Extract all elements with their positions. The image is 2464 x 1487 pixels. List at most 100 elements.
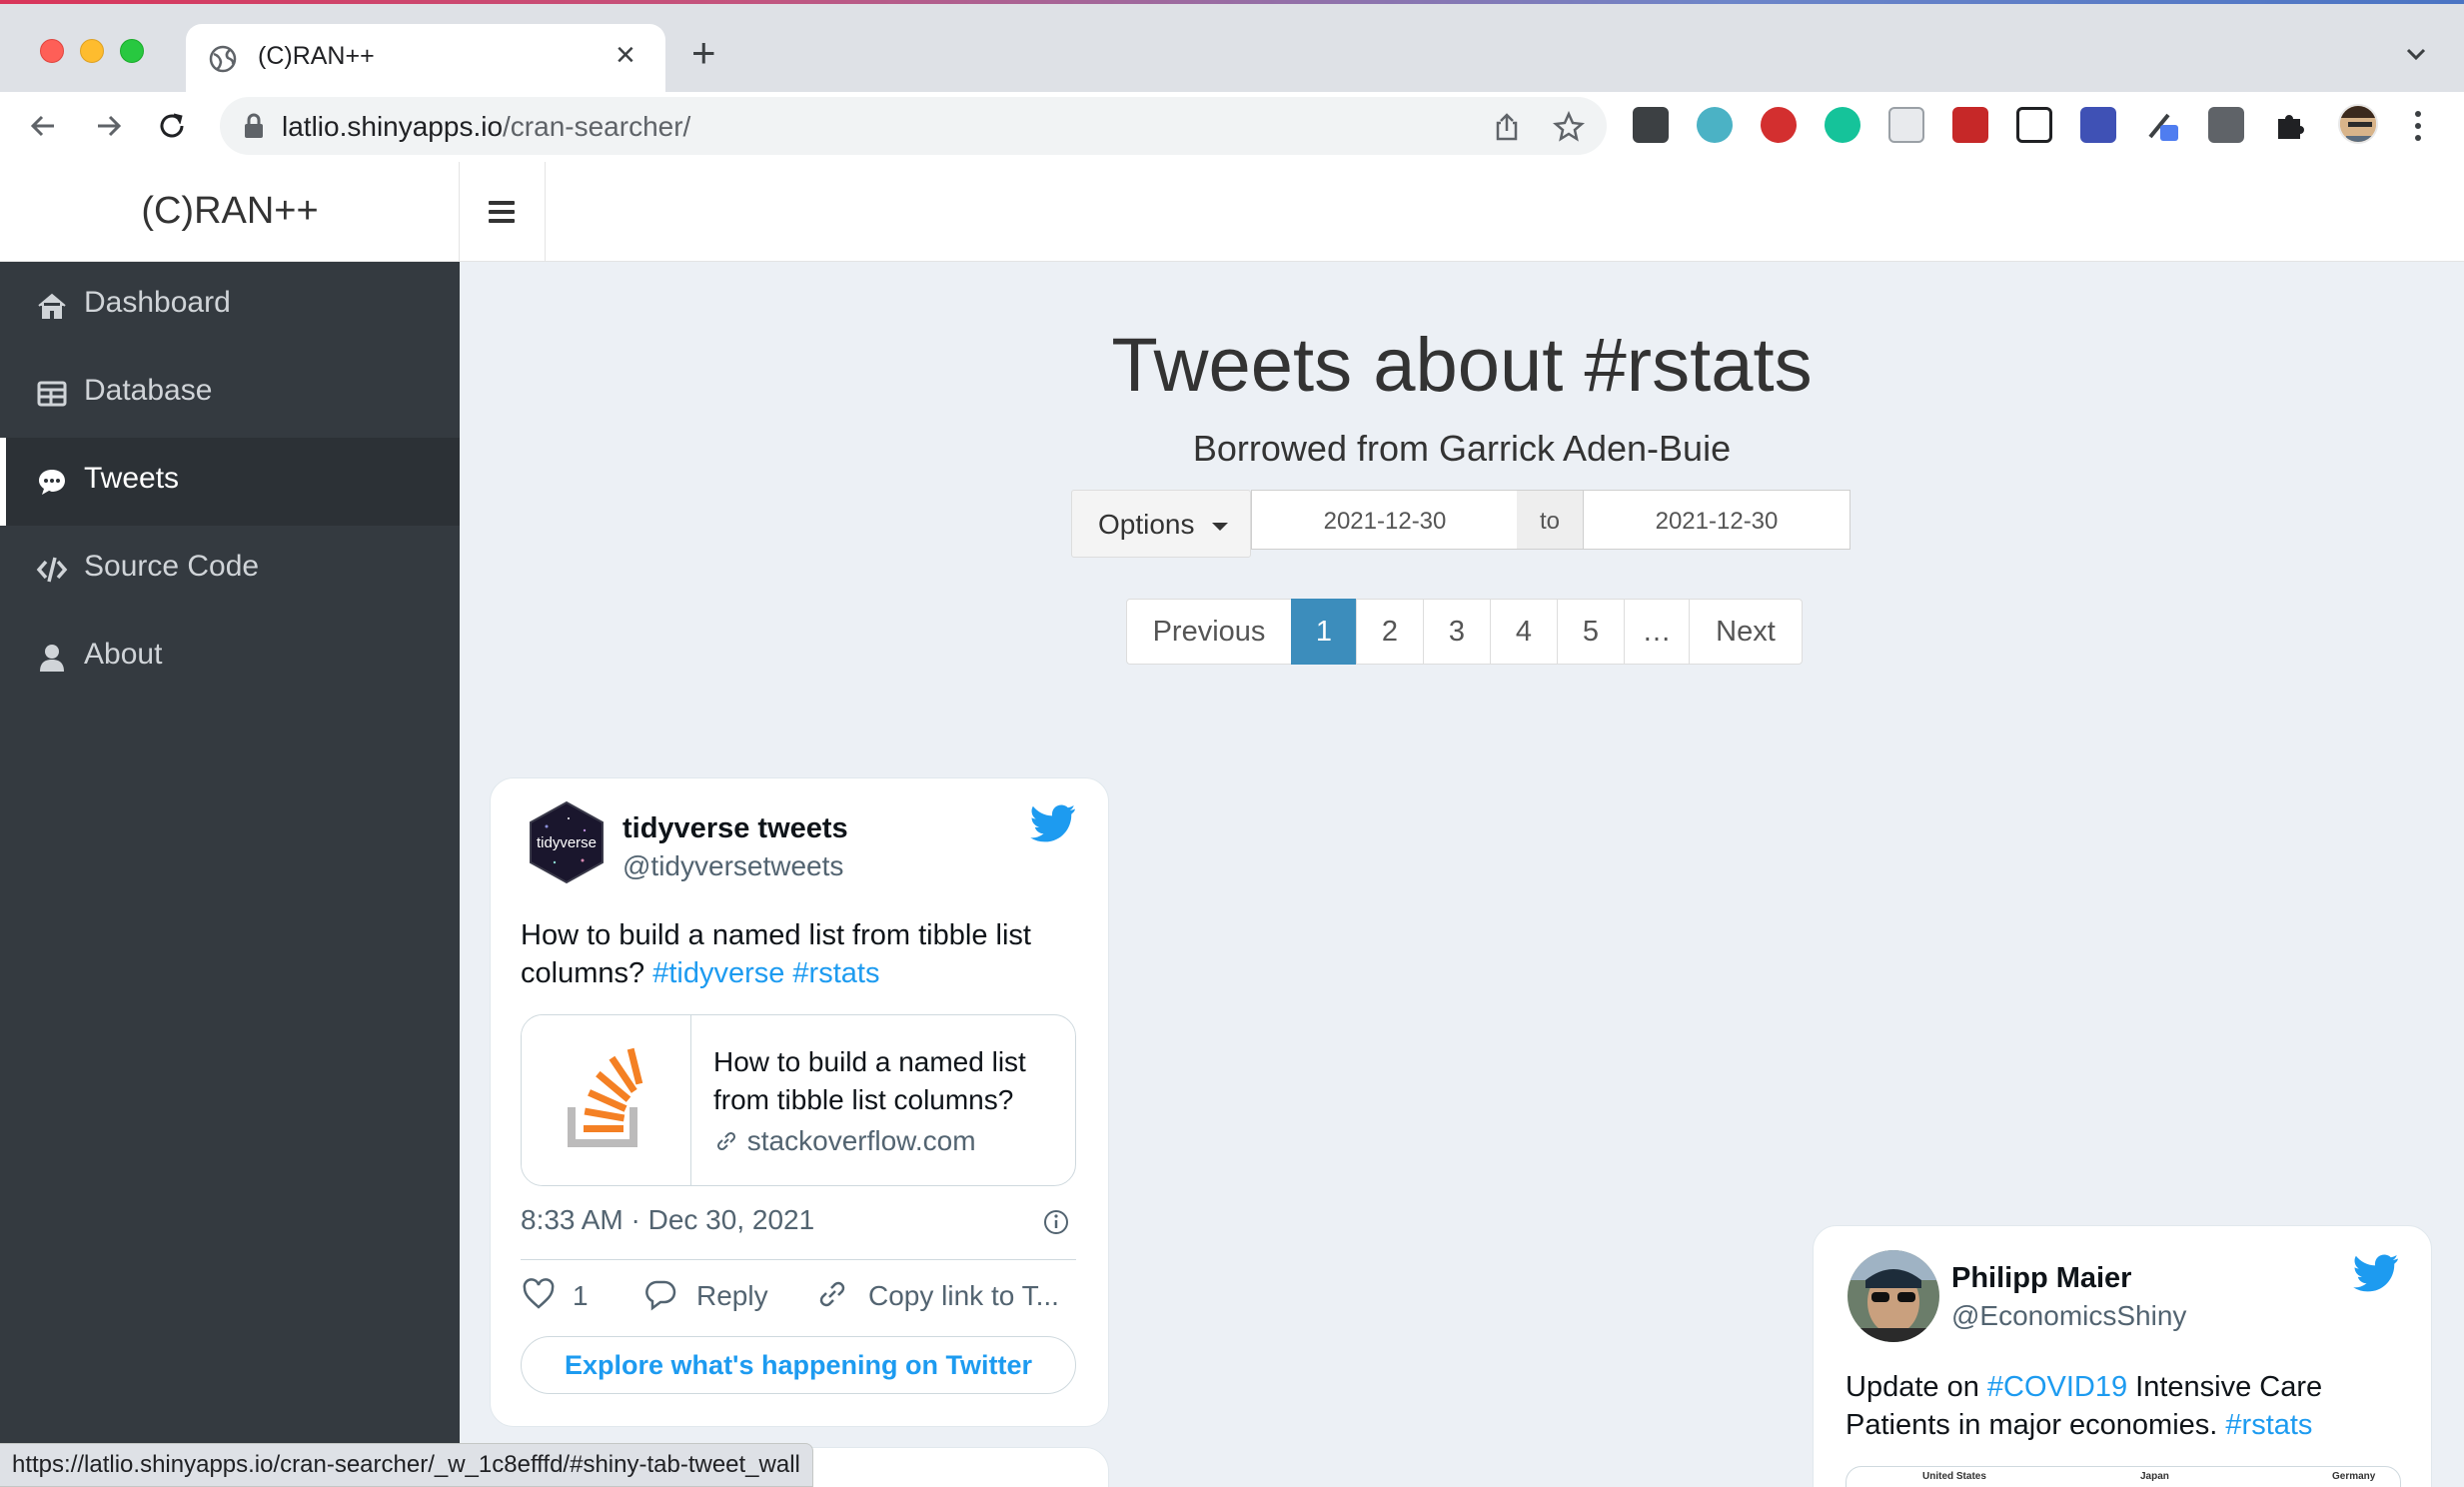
sidebar-item-about[interactable]: About [0,614,460,702]
facebook-extension-icon[interactable] [2208,107,2244,143]
puzzle-extensions-icon[interactable] [2272,107,2308,143]
window-minimize-button[interactable] [80,39,104,63]
page-subtitle: Borrowed from Garrick Aden-Buie [1192,428,1732,469]
app-header: (C)RAN++ [0,162,2464,262]
pagination-ellipsis: … [1624,599,1690,665]
explore-twitter-button[interactable]: Explore what's happening on Twitter [521,1336,1076,1394]
sidebar-toggle-button[interactable] [460,162,546,262]
pagination-previous-button[interactable]: Previous [1126,599,1292,665]
pagination-page-button[interactable]: 3 [1423,599,1491,665]
document-extension-icon[interactable] [1888,107,1924,143]
caret-down-icon [1212,523,1228,531]
tweet-card[interactable]: tidyverse tidyverse tweets @tidyversetwe… [490,777,1109,1427]
download-extension-icon[interactable] [2080,107,2116,143]
page-title: Tweets about #rstats [1111,323,1813,408]
options-label: Options [1098,509,1195,540]
date-from-value: 2021-12-30 [1323,508,1447,535]
sidebar-item-dashboard[interactable]: Dashboard [0,262,460,350]
forward-arrow-icon[interactable] [88,106,128,146]
options-dropdown-button[interactable]: Options [1071,490,1251,558]
sidebar: Dashboard Database Tweets Source Code Ab… [0,262,460,1487]
app-logo-text: (C)RAN++ [141,190,319,232]
reload-icon[interactable] [152,106,192,146]
date-from-input[interactable]: 2021-12-30 [1251,490,1519,550]
adblock-extension-icon[interactable] [1761,107,1797,143]
like-count[interactable]: 1 [573,1280,589,1312]
tweet-image-chart[interactable]: United States Japan Germany [1846,1466,2401,1487]
hashtag-link[interactable]: #rstats [792,957,879,989]
address-bar[interactable]: latlio.shinyapps.io/cran-searcher/ [220,97,1607,155]
tweet-text: Update on #COVID19 Intensive Care Patien… [1846,1368,2405,1444]
code-icon [36,557,68,583]
link-hover-status-bar: https://latlio.shinyapps.io/cran-searche… [0,1443,813,1487]
dots-extension-icon[interactable] [1633,107,1669,143]
twitter-bird-icon[interactable] [2353,1254,2399,1292]
eyedropper-extension-icon[interactable] [2144,107,2180,143]
link-card-domain-text: stackoverflow.com [746,1125,976,1156]
philipp-maier-avatar[interactable] [1848,1250,1939,1342]
tweet-text: How to build a named list from tibble li… [521,916,1080,992]
tab-strip: (C)RAN++ × + [0,4,2464,104]
browser-toolbar: latlio.shinyapps.io/cran-searcher/ [0,92,2464,162]
chart-panel-label: United States [1922,1471,1986,1482]
link-card-title: How to build a named list from tibble li… [713,1046,1026,1115]
pagination-next-button[interactable]: Next [1689,599,1803,665]
lock-icon[interactable] [242,113,266,139]
tweet-link-card[interactable]: How to build a named list from tibble li… [521,1014,1076,1186]
tweet-author-name[interactable]: Philipp Maier [1951,1262,2131,1295]
hashtag-link[interactable]: #rstats [2225,1409,2312,1441]
pagination-page-button[interactable]: 5 [1557,599,1625,665]
avatar-text: tidyverse [537,834,597,851]
acrobat-extension-icon[interactable] [1952,107,1988,143]
pagination-page-button[interactable]: 2 [1356,599,1424,665]
pagination-page-button[interactable]: 1 [1291,599,1357,665]
app-logo[interactable]: (C)RAN++ [0,162,460,262]
pagination-page-button[interactable]: 4 [1490,599,1558,665]
tab-close-icon[interactable]: × [616,38,635,72]
date-range-separator-text: to [1539,508,1560,535]
date-to-value: 2021-12-30 [1655,508,1779,535]
share-icon[interactable] [1491,111,1523,143]
sidebar-item-database[interactable]: Database [0,350,460,438]
kebab-menu-icon[interactable] [2408,106,2428,146]
notion-extension-icon[interactable] [2016,107,2052,143]
chart-panel-label: Germany [2332,1471,2376,1482]
hashtag-link[interactable]: #tidyverse [652,957,784,989]
window-top-accent [0,0,2464,4]
new-tab-icon[interactable]: + [691,32,716,74]
grammarly-extension-icon[interactable] [1825,107,1860,143]
window-maximize-button[interactable] [120,39,144,63]
sidebar-item-source-code[interactable]: Source Code [0,526,460,614]
profile-avatar[interactable] [2338,104,2378,144]
chevron-down-icon[interactable] [2402,40,2430,68]
tidyverse-hex-avatar[interactable]: tidyverse [525,800,609,884]
tweet-author-name[interactable]: tidyverse tweets [622,812,848,845]
reply-bubble-icon[interactable] [642,1276,678,1312]
tweet-divider [521,1259,1076,1260]
twitter-bird-icon[interactable] [1030,804,1076,842]
tweet-text-body: Update on [1846,1371,1987,1403]
tweet-timestamp[interactable]: 8:33 AM · Dec 30, 2021 [521,1204,814,1236]
reply-button[interactable]: Reply [696,1280,768,1312]
hashtag-link[interactable]: #COVID19 [1987,1371,2127,1403]
back-arrow-icon[interactable] [24,106,64,146]
copy-link-icon[interactable] [814,1276,850,1312]
date-to-input[interactable]: 2021-12-30 [1583,490,1850,550]
window-close-button[interactable] [40,39,64,63]
tab-title: (C)RAN++ [258,42,375,70]
sidebar-item-label: Source Code [84,550,260,583]
link-card-domain: stackoverflow.com [713,1125,976,1157]
info-icon[interactable] [1042,1208,1070,1236]
sidebar-item-tweets[interactable]: Tweets [0,438,460,526]
copy-link-button[interactable]: Copy link to T... [868,1280,1059,1312]
pagination: Previous 1 2 3 4 5 … Next [1126,599,1803,665]
tweet-card[interactable]: Philipp Maier @EconomicsShiny Update on … [1813,1225,2432,1487]
hamburger-line [489,210,515,214]
chart-panel-label: Japan [2140,1471,2169,1482]
tweet-author-handle[interactable]: @tidyversetweets [622,850,843,882]
mercury-extension-icon[interactable] [1697,107,1733,143]
tweet-author-handle[interactable]: @EconomicsShiny [1951,1300,2186,1332]
sidebar-item-label: Dashboard [84,286,231,319]
heart-icon[interactable] [521,1276,557,1312]
star-icon[interactable] [1553,111,1585,143]
